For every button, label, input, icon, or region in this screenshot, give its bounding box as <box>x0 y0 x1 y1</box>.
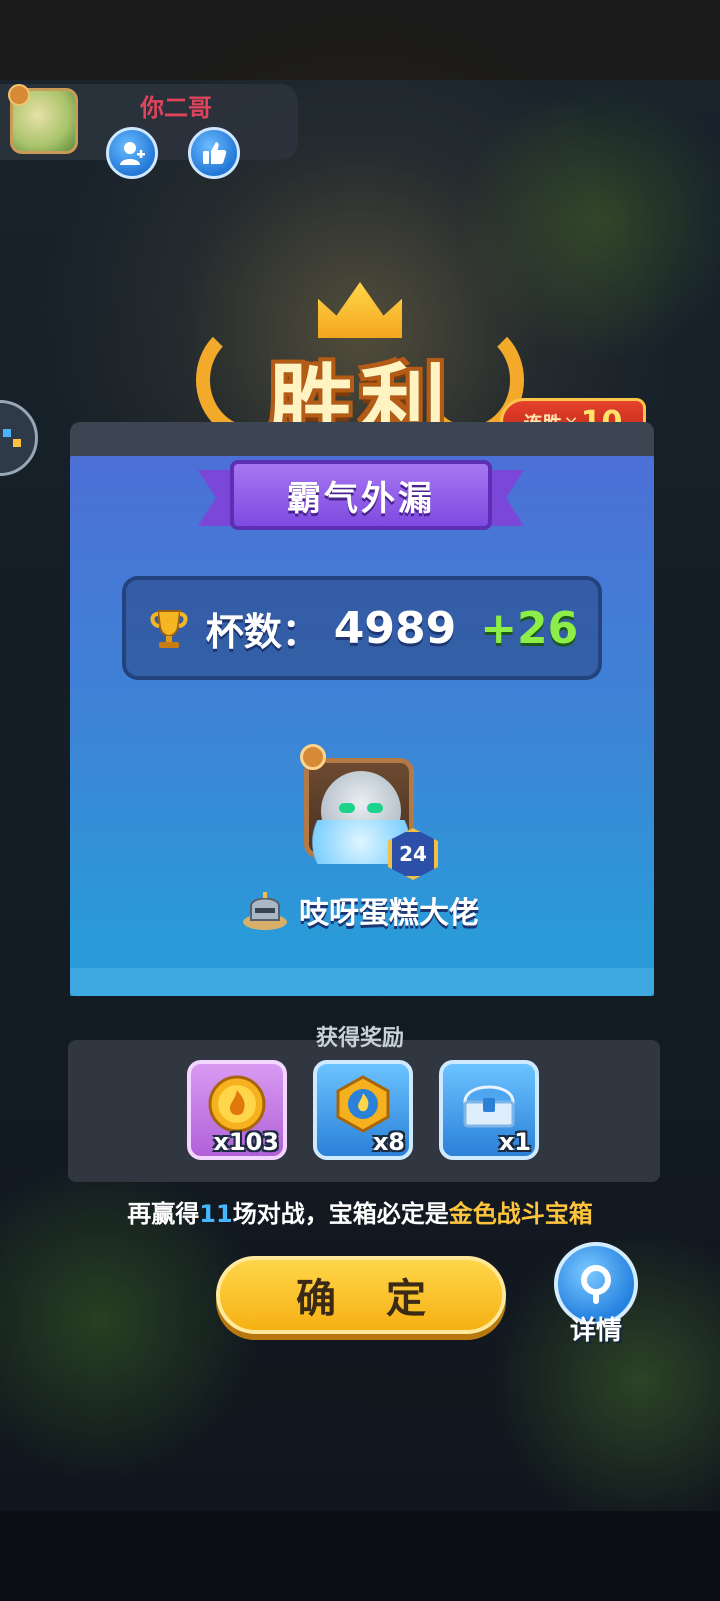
mvp-eye-right <box>367 803 383 813</box>
mvp-name: 吱呀蛋糕大佬 <box>299 896 479 931</box>
reward-item-chest[interactable]: x1 <box>439 1060 539 1160</box>
chest-icon <box>463 1085 515 1128</box>
trophy-icon <box>146 605 192 651</box>
coin-icon <box>208 1075 266 1133</box>
mvp-eye-left <box>339 803 355 813</box>
reward-item-token[interactable]: x8 <box>313 1060 413 1160</box>
mvp-info: 吱呀蛋糕大佬 <box>0 888 720 932</box>
confirm-button-label: 确 定 <box>296 1276 444 1322</box>
add-friend-button[interactable] <box>106 127 158 179</box>
mvp-level: 24 <box>399 842 427 866</box>
confirm-button[interactable]: 确 定 <box>216 1256 506 1334</box>
note-wins-needed: 11 <box>199 1200 233 1228</box>
token-icon <box>336 1075 390 1133</box>
chest-progress-note: 再赢得11场对战，宝箱必定是金色战斗宝箱 <box>0 1194 720 1229</box>
reward-count: x1 <box>498 1128 531 1156</box>
avatar-frame-gear-icon <box>8 84 30 106</box>
player-name: 你二哥 <box>140 94 212 122</box>
note-middle: 场对战，宝箱必定是 <box>232 1200 449 1228</box>
result-panel-footer <box>70 968 654 996</box>
thumbs-up-icon <box>203 142 227 164</box>
trophy-delta: +26 <box>480 602 579 654</box>
badge-title-ribbon: 霸气外漏 <box>230 460 492 530</box>
reward-item-coin[interactable]: x103 <box>187 1060 287 1160</box>
magnifier-icon <box>581 1265 611 1304</box>
like-button[interactable] <box>188 127 240 179</box>
rewards-label: 获得奖励 <box>315 1026 404 1051</box>
portrait-gear-icon <box>300 744 326 770</box>
badge-title: 霸气外漏 <box>287 478 435 519</box>
reward-count: x8 <box>372 1128 405 1156</box>
trophy-value: 4989 <box>333 602 457 654</box>
knight-helmet-icon <box>241 888 289 932</box>
details-button-label[interactable]: 详情 <box>554 1310 638 1347</box>
trophy-label: 杯数： <box>205 609 320 654</box>
trophy-count-box: 杯数： 4989 +26 <box>122 576 602 680</box>
add-friend-icon <box>120 142 145 165</box>
note-chest-name: 金色战斗宝箱 <box>448 1200 593 1228</box>
note-prefix: 再赢得 <box>127 1200 200 1228</box>
reward-count: x103 <box>213 1128 279 1156</box>
